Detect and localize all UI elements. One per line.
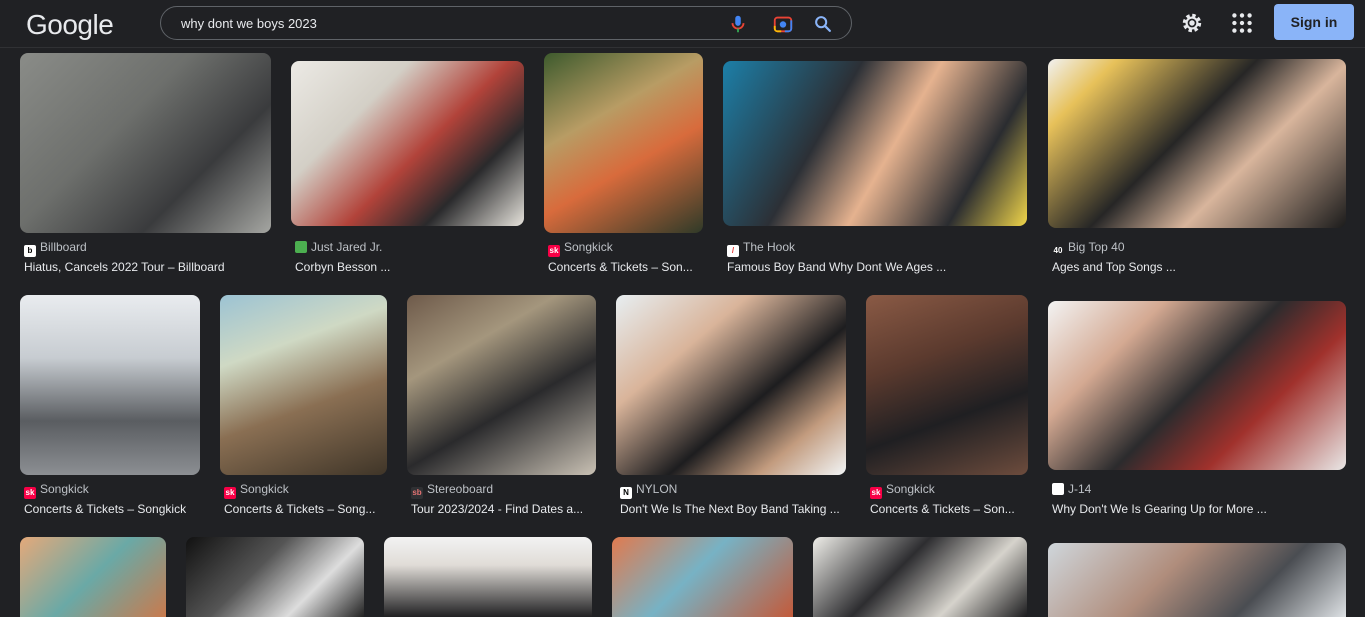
result-thumbnail-row3-2[interactable] — [186, 537, 364, 617]
apps-grid-icon[interactable] — [1229, 10, 1255, 36]
site-favicon-icon: / — [727, 245, 739, 257]
result-source-name: Just Jared Jr. — [311, 240, 383, 254]
result-title[interactable]: Concerts & Tickets – Song... — [224, 502, 375, 516]
result-title[interactable]: Don't We Is The Next Boy Band Taking ... — [620, 502, 840, 516]
result-thumbnail[interactable] — [220, 295, 387, 475]
result-thumbnail[interactable] — [616, 295, 846, 475]
result-source[interactable]: sk Songkick — [548, 240, 613, 257]
result-source-name: NYLON — [636, 482, 678, 496]
result-source[interactable]: / The Hook — [727, 240, 795, 257]
result-thumbnail[interactable] — [723, 61, 1027, 226]
settings-gear-icon[interactable] — [1179, 10, 1205, 36]
site-favicon-icon: sk — [870, 487, 882, 499]
result-title[interactable]: Concerts & Tickets – Son... — [548, 260, 693, 274]
site-favicon-icon: sk — [224, 487, 236, 499]
result-thumbnail[interactable] — [20, 53, 271, 233]
result-title[interactable]: Concerts & Tickets – Songkick — [24, 502, 186, 516]
result-thumbnail-row3-4[interactable] — [612, 537, 793, 617]
result-source-name: The Hook — [743, 240, 796, 254]
microphone-icon[interactable] — [727, 13, 749, 35]
result-source[interactable]: sk Songkick — [870, 482, 935, 499]
result-thumbnail-row3-1[interactable] — [20, 537, 166, 617]
result-thumbnail[interactable] — [1048, 301, 1346, 470]
result-source-name: Songkick — [564, 240, 613, 254]
site-favicon-icon — [1052, 483, 1064, 495]
site-favicon-icon — [295, 241, 307, 253]
result-title[interactable]: Hiatus, Cancels 2022 Tour – Billboard — [24, 260, 225, 274]
result-thumbnail[interactable] — [1048, 59, 1346, 228]
site-favicon-icon: 40 — [1052, 245, 1064, 257]
camera-lens-icon[interactable] — [772, 13, 794, 35]
result-title[interactable]: Famous Boy Band Why Dont We Ages ... — [727, 260, 946, 274]
result-source[interactable]: J-14 — [1052, 482, 1091, 496]
result-source-name: Songkick — [240, 482, 289, 496]
result-source-name: Billboard — [40, 240, 87, 254]
result-source[interactable]: Just Jared Jr. — [295, 240, 382, 254]
result-source[interactable]: sb Stereoboard — [411, 482, 493, 499]
result-title[interactable]: Tour 2023/2024 - Find Dates a... — [411, 502, 583, 516]
result-thumbnail-row3-3[interactable] — [384, 537, 592, 617]
result-source-name: Stereoboard — [427, 482, 494, 496]
search-icon[interactable] — [812, 13, 834, 35]
google-logo[interactable]: Google — [26, 9, 114, 41]
result-title[interactable]: Why Don't We Is Gearing Up for More ... — [1052, 502, 1267, 516]
result-title[interactable]: Concerts & Tickets – Son... — [870, 502, 1015, 516]
sign-in-button[interactable]: Sign in — [1274, 4, 1354, 40]
search-input[interactable]: why dont we boys 2023 — [181, 16, 317, 31]
site-favicon-icon: N — [620, 487, 632, 499]
search-box[interactable]: why dont we boys 2023 — [160, 6, 852, 40]
result-source[interactable]: sk Songkick — [24, 482, 89, 499]
result-source-name: J-14 — [1068, 482, 1092, 496]
result-source[interactable]: N NYLON — [620, 482, 677, 499]
result-title[interactable]: Ages and Top Songs ... — [1052, 260, 1176, 274]
result-thumbnail-row3-5[interactable] — [813, 537, 1027, 617]
result-source[interactable]: b Billboard — [24, 240, 87, 257]
result-thumbnail[interactable] — [544, 53, 703, 233]
site-favicon-icon: sk — [24, 487, 36, 499]
top-bar: Google why dont we boys 2023 Sign in — [0, 0, 1365, 48]
result-thumbnail[interactable] — [407, 295, 596, 475]
result-title[interactable]: Corbyn Besson ... — [295, 260, 390, 274]
result-source-name: Big Top 40 — [1068, 240, 1125, 254]
result-thumbnail[interactable] — [291, 61, 524, 226]
site-favicon-icon: sk — [548, 245, 560, 257]
site-favicon-icon: sb — [411, 487, 423, 499]
result-thumbnail-row3-6[interactable] — [1048, 543, 1346, 617]
site-favicon-icon: b — [24, 245, 36, 257]
result-thumbnail[interactable] — [20, 295, 200, 475]
result-source-name: Songkick — [40, 482, 89, 496]
result-source[interactable]: sk Songkick — [224, 482, 289, 499]
result-thumbnail[interactable] — [866, 295, 1028, 475]
result-source[interactable]: 40 Big Top 40 — [1052, 240, 1125, 257]
result-source-name: Songkick — [886, 482, 935, 496]
